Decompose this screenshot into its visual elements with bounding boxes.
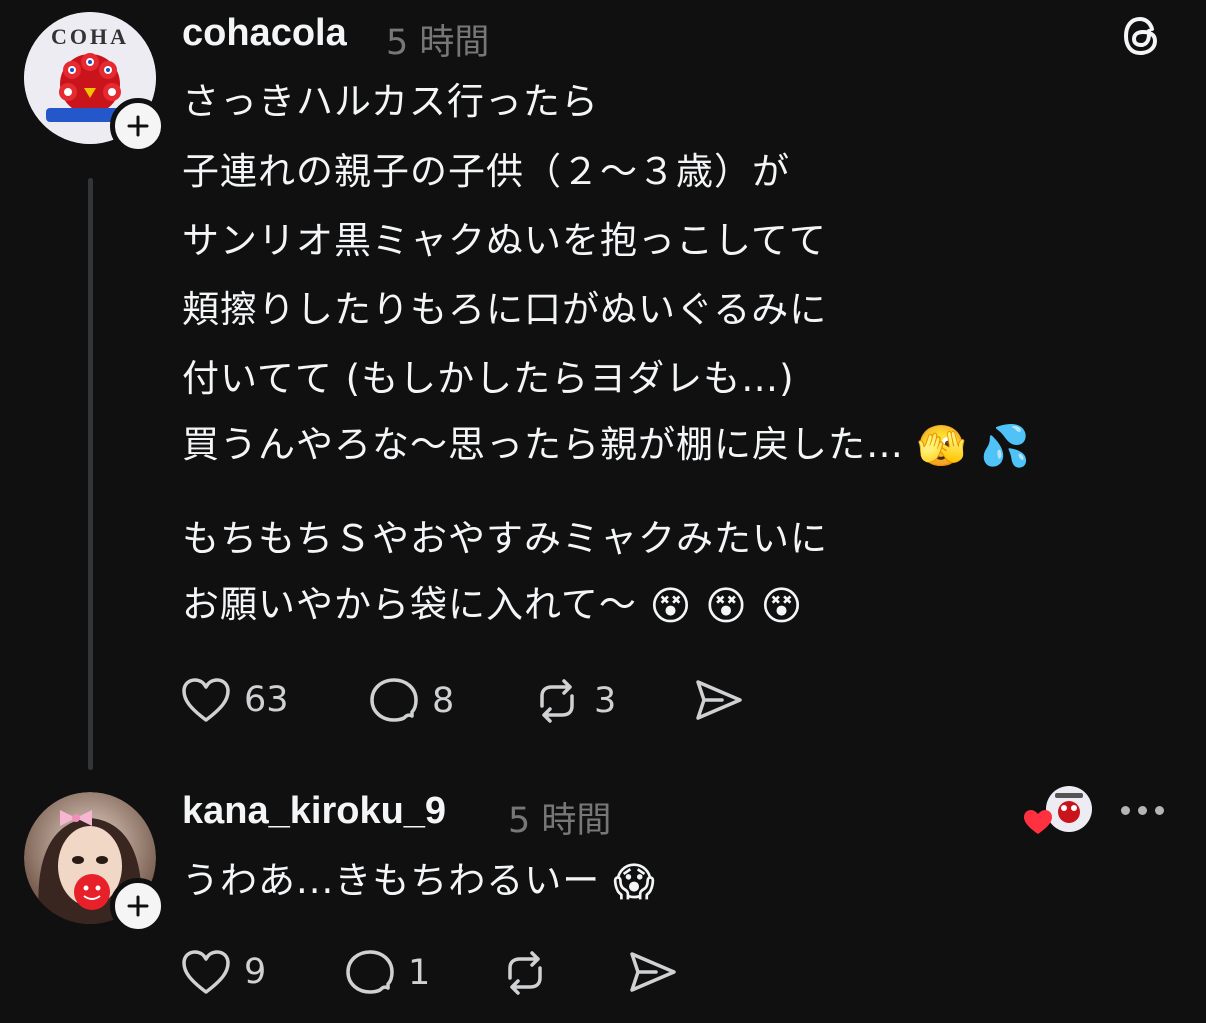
reply-reply-button[interactable]: 1 xyxy=(344,948,430,998)
follow-button[interactable] xyxy=(110,98,166,154)
send-icon xyxy=(696,680,742,720)
reply-timestamp: 5 時間 xyxy=(508,801,612,841)
send-icon xyxy=(630,952,676,992)
reply-count: 8 xyxy=(432,681,455,721)
reply-text-wrap: うわあ...きもちわるいー 😱 xyxy=(182,862,656,903)
peeking-face-emoji: 🫣 xyxy=(916,423,968,470)
sweat-droplets-emoji: 💦 xyxy=(980,423,1032,470)
reply-repost-button[interactable] xyxy=(500,948,550,998)
post-text-line-3: サンリオ黒ミャクぬいを抱っこしてて xyxy=(182,219,827,262)
reply-follow-button[interactable] xyxy=(110,878,166,934)
thread-connector-line xyxy=(88,178,93,770)
screaming-face-emoji: 😱 xyxy=(613,859,656,906)
reply-like-button[interactable]: 9 xyxy=(180,948,266,996)
repost-button[interactable]: 3 xyxy=(532,676,616,726)
reply-share-button[interactable] xyxy=(626,948,678,996)
post-text-line-4: 頬擦りしたりもろに口がぬいぐるみに xyxy=(182,288,828,331)
svg-text:COHA: COHA xyxy=(51,24,129,49)
post-text-line-6: 買うんやろな〜思ったら親が棚に戻した… xyxy=(182,423,904,466)
reply-button[interactable]: 8 xyxy=(368,676,454,726)
dizzy-face-emoji: 😵 xyxy=(760,583,804,630)
like-count: 63 xyxy=(244,680,289,720)
reply-text: うわあ...きもちわるいー xyxy=(182,859,601,902)
more-dots-icon[interactable] xyxy=(1121,806,1164,815)
speech-bubble-icon xyxy=(370,678,418,722)
plus-icon xyxy=(127,115,149,137)
reply-reply-count: 1 xyxy=(408,953,431,993)
reply-like-count: 9 xyxy=(244,952,267,992)
share-button[interactable] xyxy=(692,676,744,724)
dizzy-face-emoji: 😵 xyxy=(649,583,693,630)
post-text-line-8-wrap: お願いやから袋に入れて〜 😵 😵 😵 xyxy=(182,586,803,627)
red-heart-icon xyxy=(1024,810,1052,834)
liked-by-author-indicator xyxy=(1022,786,1094,838)
plus-icon xyxy=(127,895,149,917)
post-text-line-7: もちもちＳやおやすみミャクみたいに xyxy=(182,517,828,560)
repost-icon xyxy=(540,679,574,723)
reply-username[interactable]: kana_kiroku_9 xyxy=(182,790,446,833)
threads-post-view: COHA cohacola 5 時間 さっきハルカス行ったら 子連れの親子の子供… xyxy=(0,0,1206,1023)
post-text-line-6-wrap: 買うんやろな〜思ったら親が棚に戻した… 🫣 💦 xyxy=(182,426,1031,467)
post-timestamp: 5 時間 xyxy=(386,23,490,63)
post-text-line-1: さっきハルカス行ったら xyxy=(182,80,599,123)
post-text-line-5: 付いてて (もしかしたらヨダレも…) xyxy=(182,357,795,400)
heart-icon xyxy=(182,678,230,722)
post-text-line-8: お願いやから袋に入れて〜 xyxy=(182,583,637,626)
like-button[interactable]: 63 xyxy=(180,676,289,724)
repost-icon xyxy=(508,951,542,995)
post-text-line-2: 子連れの親子の子供（２〜３歳）が xyxy=(182,150,790,193)
repost-count: 3 xyxy=(594,681,617,721)
speech-bubble-icon xyxy=(346,950,394,994)
heart-icon xyxy=(182,950,230,994)
threads-icon[interactable] xyxy=(1120,13,1166,59)
author-username[interactable]: cohacola xyxy=(182,12,347,55)
dizzy-face-emoji: 😵 xyxy=(705,583,748,630)
